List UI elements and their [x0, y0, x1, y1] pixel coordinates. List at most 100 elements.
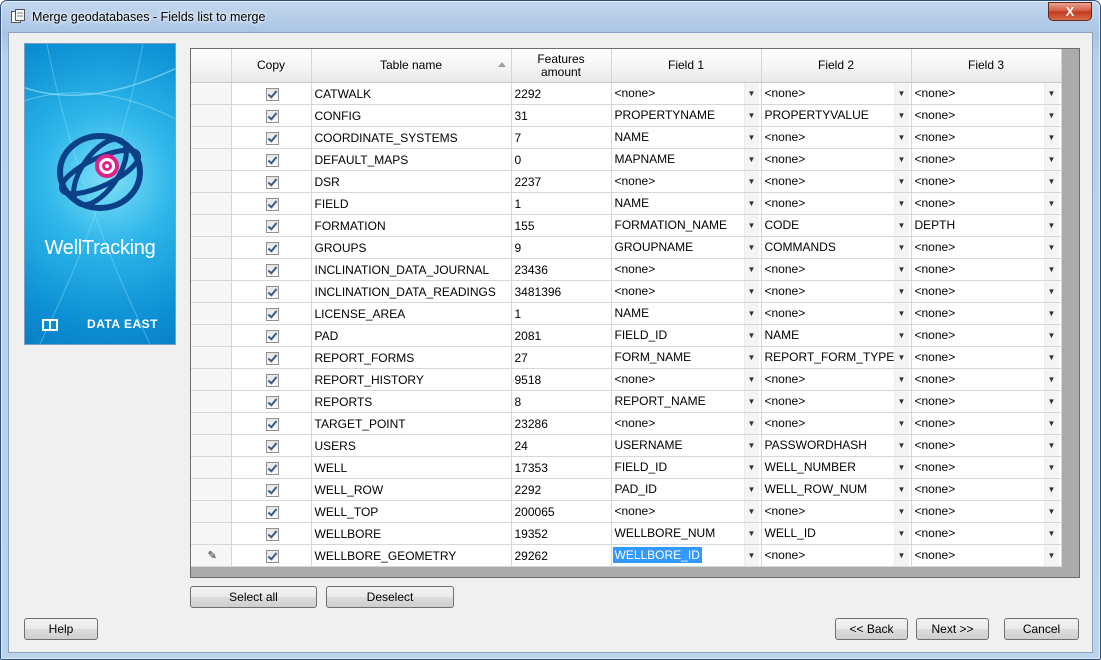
field1-dropdown[interactable]: PROPERTYNAME ▼ [615, 105, 761, 126]
dropdown-arrow-icon[interactable]: ▼ [893, 259, 909, 280]
row-header[interactable] [191, 236, 232, 259]
field1-cell[interactable]: FIELD_ID ▼ [611, 456, 762, 479]
dropdown-arrow-icon[interactable]: ▼ [893, 457, 909, 478]
copy-cell[interactable] [231, 368, 312, 391]
copy-cell[interactable] [231, 324, 312, 347]
dropdown-arrow-icon[interactable]: ▼ [743, 501, 759, 522]
field3-dropdown[interactable]: <none> ▼ [915, 545, 1061, 566]
dropdown-arrow-icon[interactable]: ▼ [1043, 193, 1059, 214]
table-row[interactable]: CATWALK 2292 <none> ▼ <none> ▼ <none> ▼ [191, 82, 1062, 105]
field3-dropdown[interactable]: <none> ▼ [915, 171, 1061, 192]
column-header-field2[interactable]: Field 2 [761, 49, 912, 83]
copy-checkbox[interactable] [266, 263, 279, 277]
field1-dropdown[interactable]: <none> ▼ [615, 259, 761, 280]
field1-cell[interactable]: FORM_NAME ▼ [611, 346, 762, 369]
copy-cell[interactable] [231, 302, 312, 325]
dropdown-arrow-icon[interactable]: ▼ [893, 215, 909, 236]
copy-checkbox[interactable] [266, 175, 279, 189]
table-row[interactable]: USERS 24 USERNAME ▼ PASSWORDHASH ▼ <none> ▼ [191, 434, 1062, 457]
copy-checkbox[interactable] [266, 219, 279, 233]
dropdown-arrow-icon[interactable]: ▼ [1043, 347, 1059, 368]
field3-dropdown[interactable]: <none> ▼ [915, 149, 1061, 170]
dropdown-arrow-icon[interactable]: ▼ [1043, 259, 1059, 280]
dropdown-arrow-icon[interactable]: ▼ [743, 83, 759, 104]
column-header-copy[interactable]: Copy [231, 49, 312, 83]
field1-cell[interactable]: NAME ▼ [611, 302, 762, 325]
dropdown-arrow-icon[interactable]: ▼ [743, 545, 759, 566]
field1-dropdown[interactable]: NAME ▼ [615, 193, 761, 214]
dropdown-arrow-icon[interactable]: ▼ [743, 479, 759, 500]
field3-cell[interactable]: <none> ▼ [911, 324, 1062, 347]
dropdown-arrow-icon[interactable]: ▼ [893, 105, 909, 126]
copy-checkbox[interactable] [266, 395, 279, 409]
field3-cell[interactable]: <none> ▼ [911, 346, 1062, 369]
field2-dropdown[interactable]: <none> ▼ [765, 281, 911, 302]
field2-cell[interactable]: <none> ▼ [761, 368, 912, 391]
field1-cell[interactable]: WELLBORE_ID ▼ [611, 544, 762, 567]
dropdown-arrow-icon[interactable]: ▼ [743, 149, 759, 170]
field3-cell[interactable]: <none> ▼ [911, 258, 1062, 281]
copy-cell[interactable] [231, 434, 312, 457]
dropdown-arrow-icon[interactable]: ▼ [743, 523, 759, 544]
dropdown-arrow-icon[interactable]: ▼ [743, 325, 759, 346]
field2-dropdown[interactable]: WELL_ID ▼ [765, 523, 911, 544]
field2-dropdown[interactable]: WELL_NUMBER ▼ [765, 457, 911, 478]
row-header[interactable] [191, 478, 232, 501]
field3-cell[interactable]: <none> ▼ [911, 104, 1062, 127]
dropdown-arrow-icon[interactable]: ▼ [743, 347, 759, 368]
field2-cell[interactable]: WELL_ROW_NUM ▼ [761, 478, 912, 501]
field1-dropdown[interactable]: <none> ▼ [615, 501, 761, 522]
field3-cell[interactable]: <none> ▼ [911, 302, 1062, 325]
table-row[interactable]: ✎ WELLBORE_GEOMETRY 29262 WELLBORE_ID ▼ <none… [191, 544, 1062, 567]
field3-dropdown[interactable]: <none> ▼ [915, 347, 1061, 368]
copy-cell[interactable] [231, 346, 312, 369]
field2-cell[interactable]: CODE ▼ [761, 214, 912, 237]
copy-checkbox[interactable] [266, 329, 279, 343]
field1-dropdown[interactable]: <none> ▼ [615, 281, 761, 302]
field1-dropdown[interactable]: FORM_NAME ▼ [615, 347, 761, 368]
copy-checkbox[interactable] [266, 417, 279, 431]
copy-cell[interactable] [231, 82, 312, 105]
field1-dropdown[interactable]: REPORT_NAME ▼ [615, 391, 761, 412]
row-header[interactable] [191, 104, 232, 127]
row-header[interactable] [191, 192, 232, 215]
field2-dropdown[interactable]: CODE ▼ [765, 215, 911, 236]
field1-cell[interactable]: MAPNAME ▼ [611, 148, 762, 171]
field3-cell[interactable]: <none> ▼ [911, 192, 1062, 215]
dropdown-arrow-icon[interactable]: ▼ [743, 457, 759, 478]
dropdown-arrow-icon[interactable]: ▼ [1043, 369, 1059, 390]
copy-cell[interactable] [231, 390, 312, 413]
field3-dropdown[interactable]: <none> ▼ [915, 259, 1061, 280]
field1-cell[interactable]: <none> ▼ [611, 500, 762, 523]
table-row[interactable]: WELL_TOP 200065 <none> ▼ <none> ▼ <none> ▼ [191, 500, 1062, 523]
field3-dropdown[interactable]: DEPTH ▼ [915, 215, 1061, 236]
copy-checkbox[interactable] [266, 87, 279, 101]
field3-cell[interactable]: <none> ▼ [911, 478, 1062, 501]
dropdown-arrow-icon[interactable]: ▼ [1043, 413, 1059, 434]
field2-cell[interactable]: <none> ▼ [761, 192, 912, 215]
field3-dropdown[interactable]: <none> ▼ [915, 83, 1061, 104]
field3-dropdown[interactable]: <none> ▼ [915, 523, 1061, 544]
close-button[interactable]: X [1048, 2, 1092, 21]
table-row[interactable]: COORDINATE_SYSTEMS 7 NAME ▼ <none> ▼ <none> ▼ [191, 126, 1062, 149]
back-button[interactable]: << Back [835, 618, 908, 640]
table-row[interactable]: GROUPS 9 GROUPNAME ▼ COMMANDS ▼ <none> ▼ [191, 236, 1062, 259]
field2-dropdown[interactable]: <none> ▼ [765, 193, 911, 214]
copy-checkbox[interactable] [266, 483, 279, 497]
cancel-button[interactable]: Cancel [1004, 618, 1079, 640]
column-header-table-name[interactable]: Table name [311, 49, 512, 83]
field2-dropdown[interactable]: <none> ▼ [765, 149, 911, 170]
row-header[interactable] [191, 148, 232, 171]
copy-checkbox[interactable] [266, 505, 279, 519]
copy-checkbox[interactable] [266, 461, 279, 475]
field2-dropdown[interactable]: PASSWORDHASH ▼ [765, 435, 911, 456]
dropdown-arrow-icon[interactable]: ▼ [1043, 303, 1059, 324]
field2-dropdown[interactable]: <none> ▼ [765, 369, 911, 390]
field1-cell[interactable]: <none> ▼ [611, 412, 762, 435]
table-row[interactable]: WELL 17353 FIELD_ID ▼ WELL_NUMBER ▼ <none> ▼ [191, 456, 1062, 479]
dropdown-arrow-icon[interactable]: ▼ [743, 391, 759, 412]
row-header[interactable] [191, 214, 232, 237]
dropdown-arrow-icon[interactable]: ▼ [743, 105, 759, 126]
dropdown-arrow-icon[interactable]: ▼ [1043, 105, 1059, 126]
field3-cell[interactable]: <none> ▼ [911, 434, 1062, 457]
